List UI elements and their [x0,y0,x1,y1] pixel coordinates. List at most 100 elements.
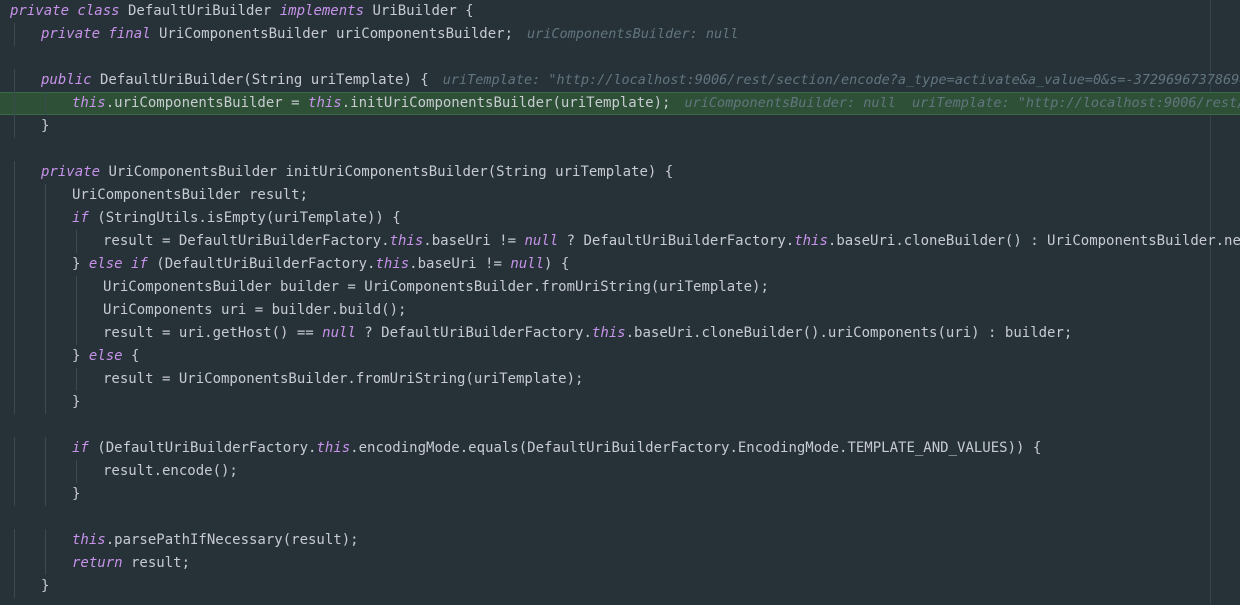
code-token: result; [122,555,191,571]
debugger-inline-value[interactable]: uriComponentsBuilder: null [527,26,738,42]
indent-guide [45,368,46,391]
code-line[interactable]: result = DefaultUriBuilderFactory. this.b… [0,230,1240,253]
indent-guide [14,115,15,138]
code-token: } [72,348,89,364]
code-token: result = UriComponentsBuilder.fromUriStr… [103,371,584,387]
code-token: } [72,394,81,410]
keyword-token: this [794,233,828,249]
indent-guide [76,230,77,253]
indent-guide [14,460,15,483]
indent-guide [14,299,15,322]
indent-guide [14,345,15,368]
code-line[interactable]: return result; [0,552,1240,575]
code-line[interactable]: } else if (DefaultUriBuilderFactory.this… [0,253,1240,276]
keyword-token: this [72,532,106,548]
code-line[interactable]: UriComponents uri = builder.build(); [0,299,1240,322]
code-token: UriComponentsBuilder builder = UriCompon… [103,279,769,295]
code-text: UriComponents uri = builder.build(); [93,299,406,322]
code-line[interactable]: if (DefaultUriBuilderFactory.this.encodi… [0,437,1240,460]
code-token: .baseUri.cloneBuilder() : UriComponentsB… [827,233,1240,249]
code-token: } [72,486,81,502]
code-token: (StringUtils.isEmpty(uriTemplate)) { [88,210,401,226]
keyword-token: public [41,72,92,88]
indent-guide [45,92,46,115]
indent-guide [45,299,46,322]
code-line[interactable]: } [0,115,1240,138]
indent-guide [14,207,15,230]
code-line[interactable] [0,138,1240,161]
debugger-inline-value[interactable]: uriTemplate: "http://localhost:9006/rest… [443,72,1240,88]
code-line[interactable]: if (StringUtils.isEmpty(uriTemplate)) { [0,207,1240,230]
code-token: result = uri.getHost() == [103,325,323,341]
code-text: } [31,575,49,598]
code-text: } else { [62,345,139,368]
indent-guide [14,575,15,598]
execution-point-line[interactable]: this.uriComponentsBuilder = this.initUri… [0,92,1240,115]
code-line[interactable]: UriComponentsBuilder builder = UriCompon… [0,276,1240,299]
indent-guide [45,207,46,230]
code-token: UriComponents uri = builder.build(); [103,302,407,318]
code-token: ? DefaultUriBuilderFactory. [355,325,592,341]
code-line[interactable]: } [0,483,1240,506]
indent-guide [14,276,15,299]
code-line[interactable]: private UriComponentsBuilder initUriComp… [0,161,1240,184]
indent-guide [14,184,15,207]
code-line[interactable]: } [0,575,1240,598]
keyword-token: this [72,95,106,111]
code-text: public DefaultUriBuilder(String uriTempl… [31,69,1240,92]
code-text: UriComponentsBuilder builder = UriCompon… [93,276,769,299]
code-token: .baseUri.cloneBuilder().uriComponents(ur… [625,325,1073,341]
keyword-token: return [72,555,123,571]
code-line[interactable]: result = UriComponentsBuilder.fromUriStr… [0,368,1240,391]
code-token: ? DefaultUriBuilderFactory. [558,233,795,249]
indent-guide [14,23,15,46]
code-line[interactable] [0,506,1240,529]
code-line[interactable]: public DefaultUriBuilder(String uriTempl… [0,69,1240,92]
code-line[interactable]: result = uri.getHost() == null ? Default… [0,322,1240,345]
indent-guide [45,184,46,207]
indent-guide [14,322,15,345]
code-token: DefaultUriBuilder [119,3,280,19]
code-token: UriComponentsBuilder initUriComponentsBu… [100,164,674,180]
code-line[interactable]: UriComponentsBuilder result; [0,184,1240,207]
indent-guide [14,391,15,414]
indent-guide [45,253,46,276]
keyword-token: else if [88,256,148,272]
code-text: } [62,391,80,414]
debugger-inline-value[interactable]: uriComponentsBuilder: null uriTemplate: … [684,95,1240,111]
code-line[interactable]: } else { [0,345,1240,368]
code-line[interactable]: this.parsePathIfNecessary(result); [0,529,1240,552]
code-token: .encodingMode.equals(DefaultUriBuilderFa… [350,440,1042,456]
keyword-token: implements [279,3,365,19]
code-line[interactable] [0,414,1240,437]
keyword-token: private final [41,26,151,42]
code-text: result = DefaultUriBuilderFactory. this.b… [93,230,1240,253]
indent-guide [45,322,46,345]
code-token: { [122,348,140,364]
code-token: DefaultUriBuilder(String uriTemplate) { [91,72,429,88]
indent-guide [45,437,46,460]
indent-guide [76,276,77,299]
indent-guide [14,529,15,552]
indent-guide [14,483,15,506]
code-line[interactable]: private final UriComponentsBuilder uriCo… [0,23,1240,46]
keyword-token: null [322,325,356,341]
code-text: private class DefaultUriBuilder implemen… [0,0,474,23]
code-line[interactable] [0,46,1240,69]
code-token: .parsePathIfNecessary(result); [105,532,359,548]
code-token: (DefaultUriBuilderFactory. [88,440,317,456]
keyword-token: null [510,256,545,272]
code-text: this.parsePathIfNecessary(result); [62,529,359,552]
indent-guide [14,230,15,253]
code-line[interactable]: result.encode(); [0,460,1240,483]
indent-guide [76,299,77,322]
indent-guide [14,161,15,184]
code-token: .initUriComponentsBuilder(uriTemplate); [341,95,671,111]
code-line[interactable]: private class DefaultUriBuilder implemen… [0,0,1240,23]
code-text: } [62,483,80,506]
indent-guide [45,230,46,253]
code-line[interactable]: } [0,391,1240,414]
code-editor[interactable]: private class DefaultUriBuilder implemen… [0,0,1240,605]
code-token: result = DefaultUriBuilderFactory. [103,233,390,249]
keyword-token: else [88,348,123,364]
